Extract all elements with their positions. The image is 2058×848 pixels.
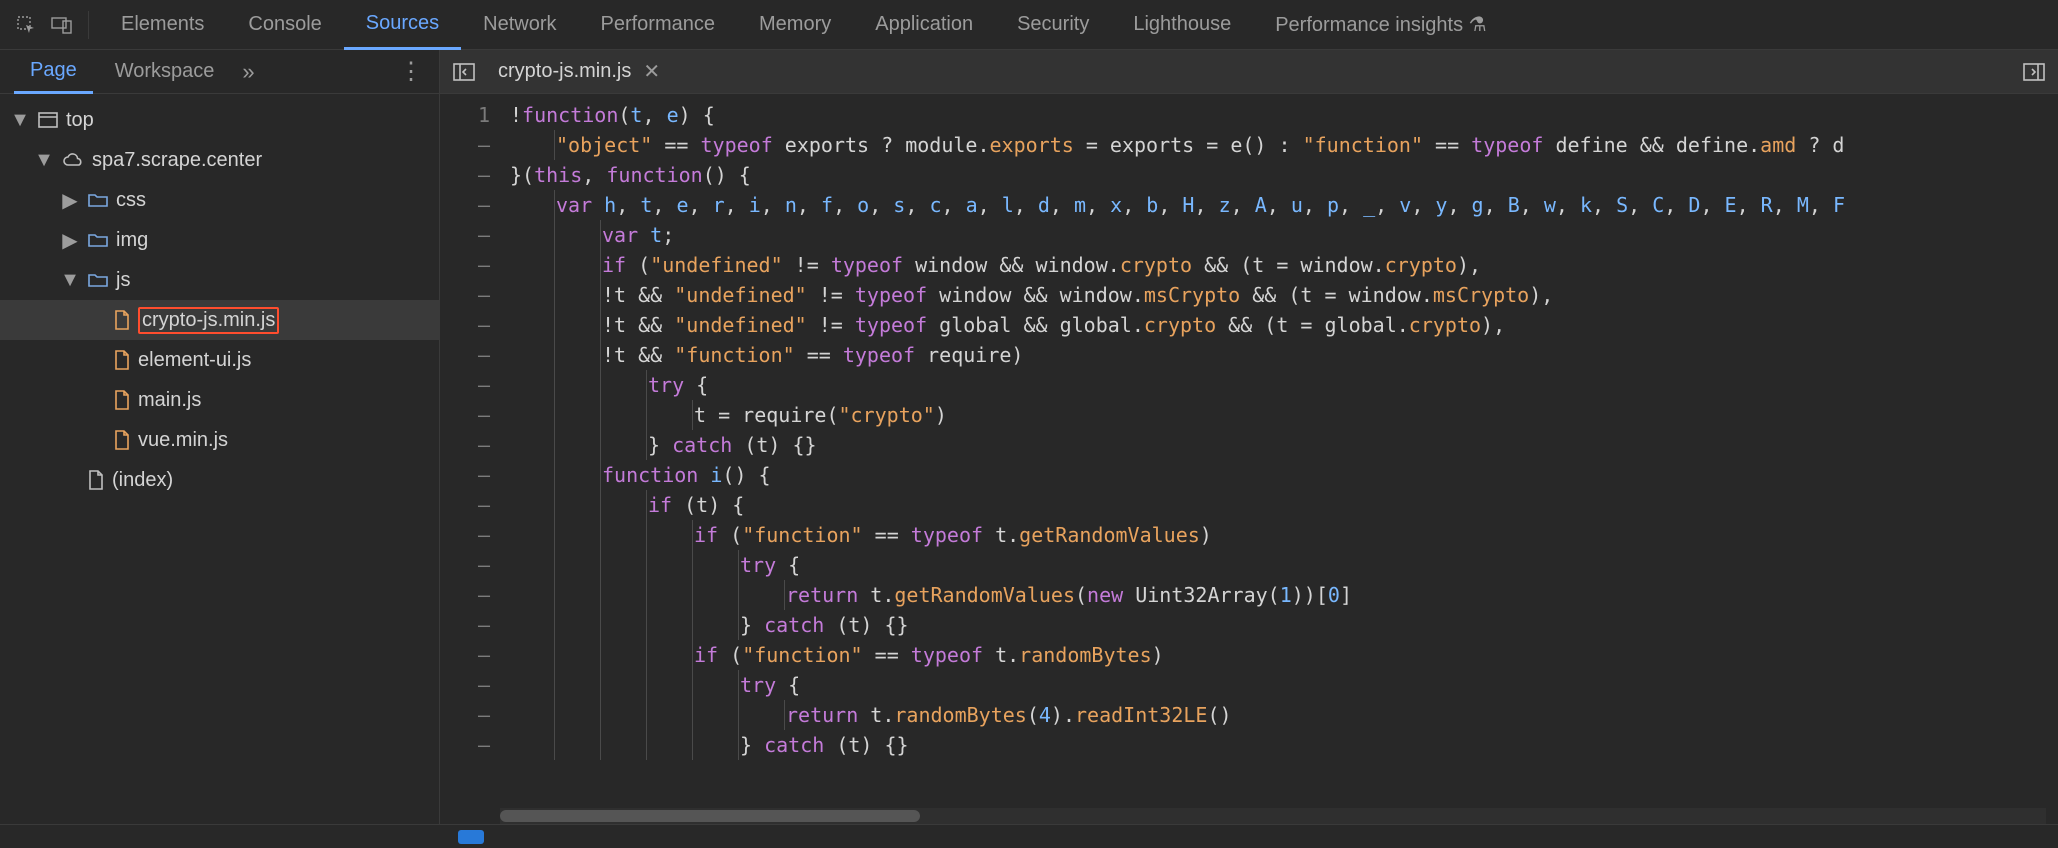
code-line[interactable]: return t.getRandomValues(new Uint32Array… [510, 580, 2058, 610]
toolbar-tab-security[interactable]: Security [995, 0, 1111, 50]
scrollbar-thumb[interactable] [500, 810, 920, 822]
toolbar-tab-performance-insights-[interactable]: Performance insights ⚗ [1253, 0, 1508, 50]
toggle-navigator-icon[interactable] [450, 58, 478, 86]
devtools-toolbar: ElementsConsoleSourcesNetworkPerformance… [0, 0, 2058, 50]
status-indicator[interactable] [458, 830, 484, 844]
horizontal-scrollbar[interactable] [500, 808, 2046, 824]
file-icon [114, 390, 130, 410]
code-line[interactable]: if (t) { [510, 490, 2058, 520]
code-line[interactable]: } catch (t) {} [510, 610, 2058, 640]
folder-label: css [116, 189, 146, 212]
code-line[interactable]: try { [510, 670, 2058, 700]
code-line[interactable]: !t && "undefined" != typeof global && gl… [510, 310, 2058, 340]
code-editor[interactable]: 1––––––––––––––––––––– !function(t, e) {… [440, 94, 2058, 824]
file-icon [114, 430, 130, 450]
tree-root-label: top [66, 109, 94, 132]
folder-icon [88, 192, 108, 208]
chevron-right-icon: ▶ [60, 188, 80, 213]
code-line[interactable]: if ("function" == typeof t.getRandomValu… [510, 520, 2058, 550]
more-subtabs-icon[interactable]: » [236, 59, 260, 85]
file-label: main.js [138, 389, 201, 412]
code-line[interactable]: try { [510, 370, 2058, 400]
tree-folder-css[interactable]: ▶ css [0, 180, 439, 220]
toggle-debugger-icon[interactable] [2020, 58, 2048, 86]
tree-index[interactable]: (index) [0, 460, 439, 500]
chevron-down-icon: ▼ [10, 109, 30, 132]
code-line[interactable]: try { [510, 550, 2058, 580]
code-line[interactable]: !t && "undefined" != typeof window && wi… [510, 280, 2058, 310]
toolbar-tab-sources[interactable]: Sources [344, 0, 461, 50]
tree-file-vue-min-js[interactable]: vue.min.js [0, 420, 439, 460]
folder-label: img [116, 229, 148, 252]
toolbar-tab-lighthouse[interactable]: Lighthouse [1111, 0, 1253, 50]
file-icon [114, 310, 130, 330]
code-line[interactable]: t = require("crypto") [510, 400, 2058, 430]
code-line[interactable]: } catch (t) {} [510, 430, 2058, 460]
file-label: vue.min.js [138, 429, 228, 452]
line-gutter: 1––––––––––––––––––––– [440, 94, 500, 760]
subtab-workspace[interactable]: Workspace [99, 50, 231, 94]
file-navigator: ▼ top ▼ spa7.scrape.center ▶ css ▶ img ▼ jscr… [0, 94, 440, 824]
subtab-page[interactable]: Page [14, 50, 93, 94]
code-line[interactable]: "object" == typeof exports ? module.expo… [510, 130, 2058, 160]
chevron-down-icon: ▼ [34, 149, 54, 172]
toolbar-separator [88, 11, 89, 39]
inspect-icon[interactable] [10, 9, 42, 41]
tree-file-crypto-js-min-js[interactable]: crypto-js.min.js [0, 300, 439, 340]
device-toggle-icon[interactable] [46, 9, 78, 41]
cloud-icon [62, 152, 84, 168]
status-bar [0, 824, 2058, 848]
sources-body: ▼ top ▼ spa7.scrape.center ▶ css ▶ img ▼ jscr… [0, 94, 2058, 824]
toolbar-tab-application[interactable]: Application [853, 0, 995, 50]
tree-root-top[interactable]: ▼ top [0, 100, 439, 140]
kebab-menu-icon[interactable]: ⋮ [391, 57, 431, 86]
folder-label: js [116, 269, 130, 292]
chevron-right-icon: ▶ [60, 228, 80, 253]
code-content[interactable]: !function(t, e) {"object" == typeof expo… [500, 94, 2058, 760]
tree-file-element-ui-js[interactable]: element-ui.js [0, 340, 439, 380]
tree-folder-img[interactable]: ▶ img [0, 220, 439, 260]
toolbar-tab-network[interactable]: Network [461, 0, 578, 50]
code-line[interactable]: if ("function" == typeof t.randomBytes) [510, 640, 2058, 670]
toolbar-tab-elements[interactable]: Elements [99, 0, 226, 50]
code-line[interactable]: var t; [510, 220, 2058, 250]
sources-left-subtoolbar: Page Workspace » ⋮ [0, 50, 440, 93]
toolbar-tab-memory[interactable]: Memory [737, 0, 853, 50]
tree-folder-js[interactable]: ▼ js [0, 260, 439, 300]
window-icon [38, 112, 58, 128]
tree-file-main-js[interactable]: main.js [0, 380, 439, 420]
tree-domain[interactable]: ▼ spa7.scrape.center [0, 140, 439, 180]
toolbar-tab-performance[interactable]: Performance [579, 0, 738, 50]
secondary-toolbar: Page Workspace » ⋮ crypto-js.min.js ✕ [0, 50, 2058, 94]
file-label: element-ui.js [138, 349, 251, 372]
code-line[interactable]: !t && "function" == typeof require) [510, 340, 2058, 370]
code-line[interactable]: if ("undefined" != typeof window && wind… [510, 250, 2058, 280]
toolbar-tabs: ElementsConsoleSourcesNetworkPerformance… [99, 0, 1509, 50]
folder-icon [88, 272, 108, 288]
code-line[interactable]: var h, t, e, r, i, n, f, o, s, c, a, l, … [510, 190, 2058, 220]
close-tab-icon[interactable]: ✕ [643, 59, 660, 84]
file-label: crypto-js.min.js [138, 307, 279, 334]
sources-editor-toolbar: crypto-js.min.js ✕ [440, 50, 2058, 93]
open-file-tab[interactable]: crypto-js.min.js ✕ [492, 59, 666, 84]
tree-index-label: (index) [112, 469, 173, 492]
folder-icon [88, 232, 108, 248]
chevron-down-icon: ▼ [60, 269, 80, 292]
open-file-tab-label: crypto-js.min.js [498, 60, 631, 83]
file-icon [88, 470, 104, 490]
code-line[interactable]: }(this, function() { [510, 160, 2058, 190]
tree-domain-label: spa7.scrape.center [92, 149, 262, 172]
code-line[interactable]: } catch (t) {} [510, 730, 2058, 760]
code-line[interactable]: !function(t, e) { [510, 100, 2058, 130]
file-icon [114, 350, 130, 370]
code-line[interactable]: return t.randomBytes(4).readInt32LE() [510, 700, 2058, 730]
toolbar-tab-console[interactable]: Console [226, 0, 343, 50]
code-line[interactable]: function i() { [510, 460, 2058, 490]
